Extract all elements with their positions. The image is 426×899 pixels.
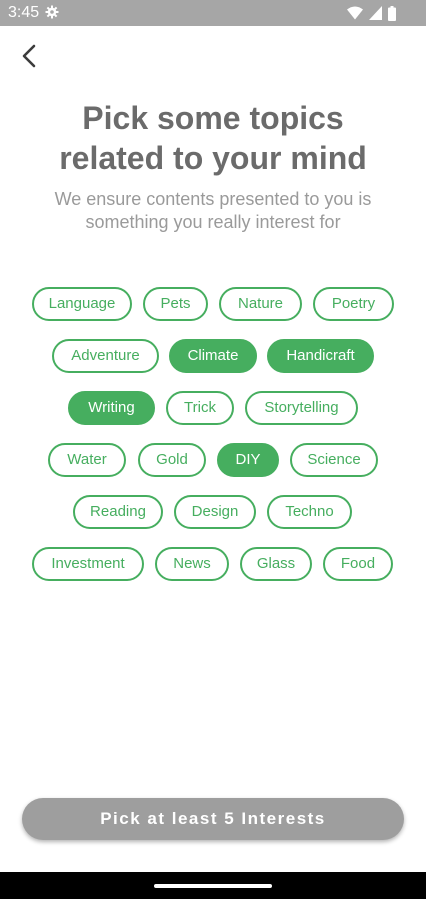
page-subtitle: We ensure contents presented to you is s…: [54, 189, 372, 232]
topic-chip-diy[interactable]: DIY: [217, 443, 279, 477]
topic-chip-language[interactable]: Language: [32, 287, 132, 321]
wifi-icon: [347, 6, 363, 20]
topic-chip-handicraft[interactable]: Handicraft: [267, 339, 374, 373]
back-arrow-icon[interactable]: [14, 40, 46, 72]
topic-picker-screen: 3:45 Pick some topics related to your mi…: [0, 0, 426, 899]
topic-chip-news[interactable]: News: [155, 547, 229, 581]
topic-chip-gold[interactable]: Gold: [138, 443, 206, 477]
topic-chip-pets[interactable]: Pets: [143, 287, 208, 321]
pick-interests-button[interactable]: Pick at least 5 Interests: [22, 798, 404, 840]
topic-chip-investment[interactable]: Investment: [32, 547, 144, 581]
topic-chip-food[interactable]: Food: [323, 547, 393, 581]
status-time: 3:45: [8, 4, 40, 21]
page-title: Pick some topics related to your mind: [59, 100, 367, 176]
settings-gear-icon: [45, 5, 59, 19]
status-icons: [347, 5, 396, 21]
topic-chip-poetry[interactable]: Poetry: [313, 287, 394, 321]
topic-chip-techno[interactable]: Techno: [267, 495, 352, 529]
topic-chip-writing[interactable]: Writing: [68, 391, 155, 425]
topic-chip-nature[interactable]: Nature: [219, 287, 302, 321]
topic-chip-trick[interactable]: Trick: [166, 391, 234, 425]
status-bar: 3:45: [0, 0, 426, 26]
topic-chip-design[interactable]: Design: [174, 495, 256, 529]
topic-chip-reading[interactable]: Reading: [73, 495, 163, 529]
topic-chip-science[interactable]: Science: [290, 443, 378, 477]
topic-chip-climate[interactable]: Climate: [169, 339, 257, 373]
battery-icon: [388, 5, 396, 21]
navigation-bar: [0, 872, 426, 899]
topic-chip-water[interactable]: Water: [48, 443, 126, 477]
topic-chip-storytelling[interactable]: Storytelling: [245, 391, 358, 425]
cellular-signal-icon: [369, 6, 382, 20]
topic-chip-adventure[interactable]: Adventure: [52, 339, 159, 373]
topic-chip-glass[interactable]: Glass: [240, 547, 312, 581]
home-gesture-handle[interactable]: [154, 884, 272, 888]
